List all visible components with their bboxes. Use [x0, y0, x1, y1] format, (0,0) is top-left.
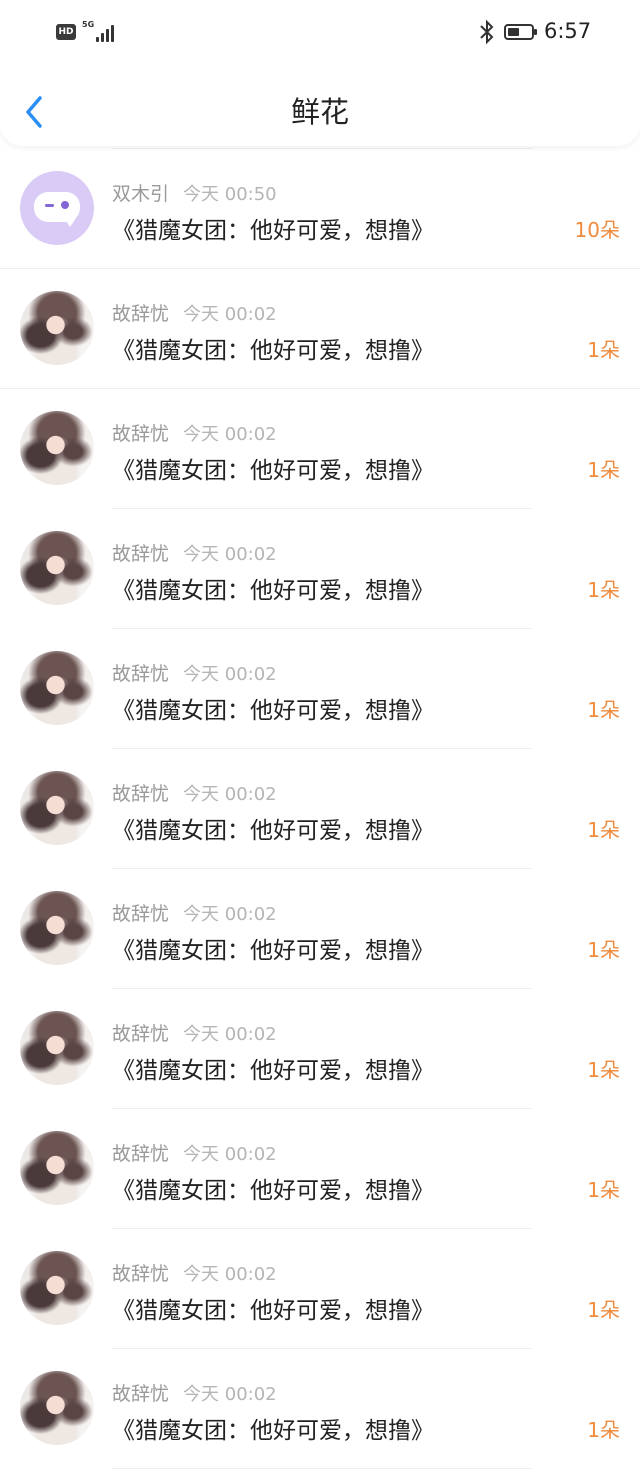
username[interactable]: 故辞忧 [112, 663, 169, 685]
username[interactable]: 故辞忧 [112, 303, 169, 325]
flower-record-row[interactable]: 故辞忧 今天 00:02 《猎魔女团：他好可爱，想撸》 1朵 [0, 989, 640, 1109]
username[interactable]: 故辞忧 [112, 903, 169, 925]
work-title[interactable]: 《猎魔女团：他好可爱，想撸》 [112, 211, 434, 245]
username[interactable]: 故辞忧 [112, 1383, 169, 1405]
flower-record-row[interactable]: 故辞忧 今天 00:02 《猎魔女团：他好可爱，想撸》 1朵 [0, 509, 640, 629]
bluetooth-icon [480, 19, 494, 45]
status-bar: HD 5G 6:57 [0, 0, 640, 64]
flower-record-row[interactable]: 故辞忧 今天 00:02 《猎魔女团：他好可爱，想撸》 1朵 [0, 1229, 640, 1349]
flower-record-row[interactable]: 故辞忧 今天 00:02 《猎魔女团：他好可爱，想撸》 1朵 [0, 1109, 640, 1229]
flower-count: 10朵 [574, 218, 620, 242]
avatar[interactable] [20, 651, 94, 725]
username[interactable]: 故辞忧 [112, 1023, 169, 1045]
flower-record-row[interactable]: 故辞忧 今天 00:02 《猎魔女团：他好可爱，想撸》 1朵 [0, 869, 640, 989]
flower-count: 1朵 [587, 458, 620, 482]
work-title[interactable]: 《猎魔女团：他好可爱，想撸》 [112, 1411, 434, 1445]
username[interactable]: 故辞忧 [112, 783, 169, 805]
hd-badge: HD [56, 24, 76, 40]
record-meta: 故辞忧 今天 00:02 [112, 299, 277, 326]
timestamp: 今天 00:02 [183, 784, 277, 805]
flower-count: 1朵 [587, 818, 620, 842]
avatar[interactable] [20, 1371, 94, 1445]
avatar[interactable] [20, 771, 94, 845]
timestamp: 今天 00:02 [183, 664, 277, 685]
record-meta: 故辞忧 今天 00:02 [112, 1259, 277, 1286]
avatar[interactable] [20, 531, 94, 605]
avatar[interactable] [20, 1251, 94, 1325]
username[interactable]: 故辞忧 [112, 1263, 169, 1285]
record-meta: 故辞忧 今天 00:02 [112, 779, 277, 806]
avatar[interactable] [20, 891, 94, 965]
timestamp: 今天 00:02 [183, 1384, 277, 1405]
record-meta: 故辞忧 今天 00:02 [112, 1379, 277, 1406]
flower-count: 1朵 [587, 578, 620, 602]
work-title[interactable]: 《猎魔女团：他好可爱，想撸》 [112, 451, 434, 485]
work-title[interactable]: 《猎魔女团：他好可爱，想撸》 [112, 931, 434, 965]
avatar[interactable] [20, 291, 94, 365]
flower-record-row[interactable]: 故辞忧 今天 00:02 《猎魔女团：他好可爱，想撸》 1朵 [0, 269, 640, 389]
flower-record-row[interactable]: 故辞忧 今天 00:02 《猎魔女团：他好可爱，想撸》 1朵 [0, 749, 640, 869]
flower-count: 1朵 [587, 938, 620, 962]
flower-count: 1朵 [587, 1298, 620, 1322]
flower-count: 1朵 [587, 1058, 620, 1082]
page-title: 鲜花 [290, 95, 349, 129]
timestamp: 今天 00:02 [183, 904, 277, 925]
record-meta: 双木引 今天 00:50 [112, 179, 277, 206]
username[interactable]: 故辞忧 [112, 1143, 169, 1165]
flower-count: 1朵 [587, 1178, 620, 1202]
work-title[interactable]: 《猎魔女团：他好可爱，想撸》 [112, 571, 434, 605]
work-title[interactable]: 《猎魔女团：他好可爱，想撸》 [112, 1051, 434, 1085]
timestamp: 今天 00:50 [183, 184, 277, 205]
timestamp: 今天 00:02 [183, 1264, 277, 1285]
flower-record-row[interactable]: 故辞忧 今天 00:02 《猎魔女团：他好可爱，想撸》 1朵 [0, 1349, 640, 1469]
avatar[interactable] [20, 171, 94, 245]
timestamp: 今天 00:02 [183, 544, 277, 565]
work-title[interactable]: 《猎魔女团：他好可爱，想撸》 [112, 1171, 434, 1205]
flower-count: 1朵 [587, 1418, 620, 1442]
flower-count: 1朵 [587, 338, 620, 362]
timestamp: 今天 00:02 [183, 424, 277, 445]
flower-count: 1朵 [587, 698, 620, 722]
battery-icon [504, 24, 537, 40]
signal-icon [90, 22, 116, 42]
top-bar: HD 5G 6:57 鲜花 [0, 0, 640, 146]
flower-record-row[interactable]: 故辞忧 今天 00:02 《猎魔女团：他好可爱，想撸》 1朵 [0, 389, 640, 509]
avatar[interactable] [20, 1011, 94, 1085]
avatar[interactable] [20, 1131, 94, 1205]
record-meta: 故辞忧 今天 00:02 [112, 419, 277, 446]
record-meta: 故辞忧 今天 00:02 [112, 659, 277, 686]
chat-bubble-icon [34, 192, 80, 227]
record-meta: 故辞忧 今天 00:02 [112, 539, 277, 566]
flower-record-row[interactable]: 故辞忧 今天 00:02 《猎魔女团：他好可爱，想撸》 1朵 [0, 629, 640, 749]
username[interactable]: 故辞忧 [112, 543, 169, 565]
work-title[interactable]: 《猎魔女团：他好可爱，想撸》 [112, 811, 434, 845]
work-title[interactable]: 《猎魔女团：他好可爱，想撸》 [112, 1291, 434, 1325]
username[interactable]: 故辞忧 [112, 423, 169, 445]
record-meta: 故辞忧 今天 00:02 [112, 899, 277, 926]
record-meta: 故辞忧 今天 00:02 [112, 1139, 277, 1166]
timestamp: 今天 00:02 [183, 1144, 277, 1165]
work-title[interactable]: 《猎魔女团：他好可爱，想撸》 [112, 691, 434, 725]
timestamp: 今天 00:02 [183, 304, 277, 325]
avatar[interactable] [20, 411, 94, 485]
flower-record-row[interactable]: 双木引 今天 00:50 《猎魔女团：他好可爱，想撸》 10朵 [0, 149, 640, 269]
record-meta: 故辞忧 今天 00:02 [112, 1019, 277, 1046]
clock: 6:57 [544, 19, 592, 43]
timestamp: 今天 00:02 [183, 1024, 277, 1045]
username[interactable]: 双木引 [112, 183, 169, 205]
work-title[interactable]: 《猎魔女团：他好可爱，想撸》 [112, 331, 434, 365]
